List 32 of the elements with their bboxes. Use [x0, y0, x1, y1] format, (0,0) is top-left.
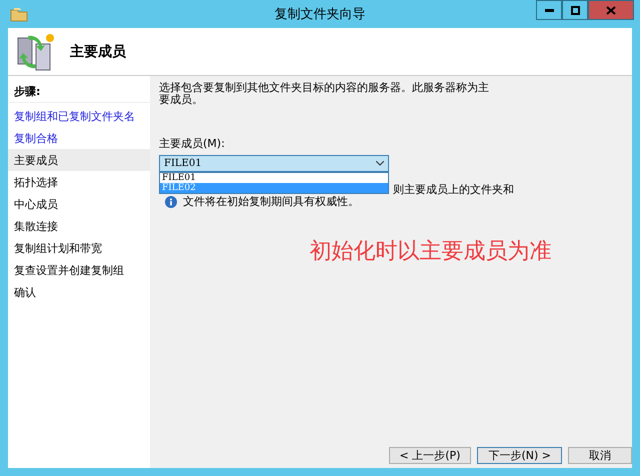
maximize-icon: [570, 6, 580, 14]
dropdown-option[interactable]: FILE01: [160, 173, 388, 183]
minimize-icon: [544, 8, 554, 12]
wizard-button[interactable]: 下一步(N) >: [477, 447, 562, 464]
info-text: 文件将在初始复制期间具有权威性。: [183, 196, 360, 208]
info-text: 则主要成员上的文件夹和: [393, 184, 514, 196]
wizard-button[interactable]: < 上一步(P): [388, 447, 472, 464]
wizard-button[interactable]: 取消: [568, 447, 632, 464]
server-icon: [16, 32, 56, 72]
window-title: 复制文件夹向导: [274, 6, 366, 23]
step-item: 中心成员: [13, 197, 59, 213]
step-item: 复制组计划和带宽: [13, 241, 103, 257]
member-dropdown[interactable]: FILE01: [159, 155, 389, 172]
minimize-button[interactable]: [536, 0, 562, 20]
maximize-button[interactable]: [562, 0, 588, 20]
step-item: 拓扑选择: [13, 175, 59, 191]
page-title: 主要成员: [70, 42, 126, 60]
annotation-text: 初始化时以主要成员为准: [310, 238, 552, 266]
step-item: 主要成员: [8, 149, 150, 171]
steps-heading: 步骤:: [8, 80, 150, 103]
close-button[interactable]: [588, 0, 634, 20]
step-item: 复查设置并创建复制组: [13, 263, 125, 279]
step-item: 集散连接: [13, 219, 59, 235]
chevron-icon: [376, 161, 384, 166]
close-icon: [606, 6, 616, 14]
folder-icon: [10, 6, 28, 22]
step-link[interactable]: 复制组和已复制文件夹名: [8, 105, 150, 127]
step-item: 确认: [13, 285, 37, 301]
step-link[interactable]: 复制合格: [8, 127, 150, 149]
description-text: 选择包含要复制到其他文件夹目标的内容的服务器。此服务器称为主要成员。: [159, 82, 489, 106]
field-label: 主要成员(M):: [159, 136, 226, 151]
info-icon: [165, 196, 177, 208]
